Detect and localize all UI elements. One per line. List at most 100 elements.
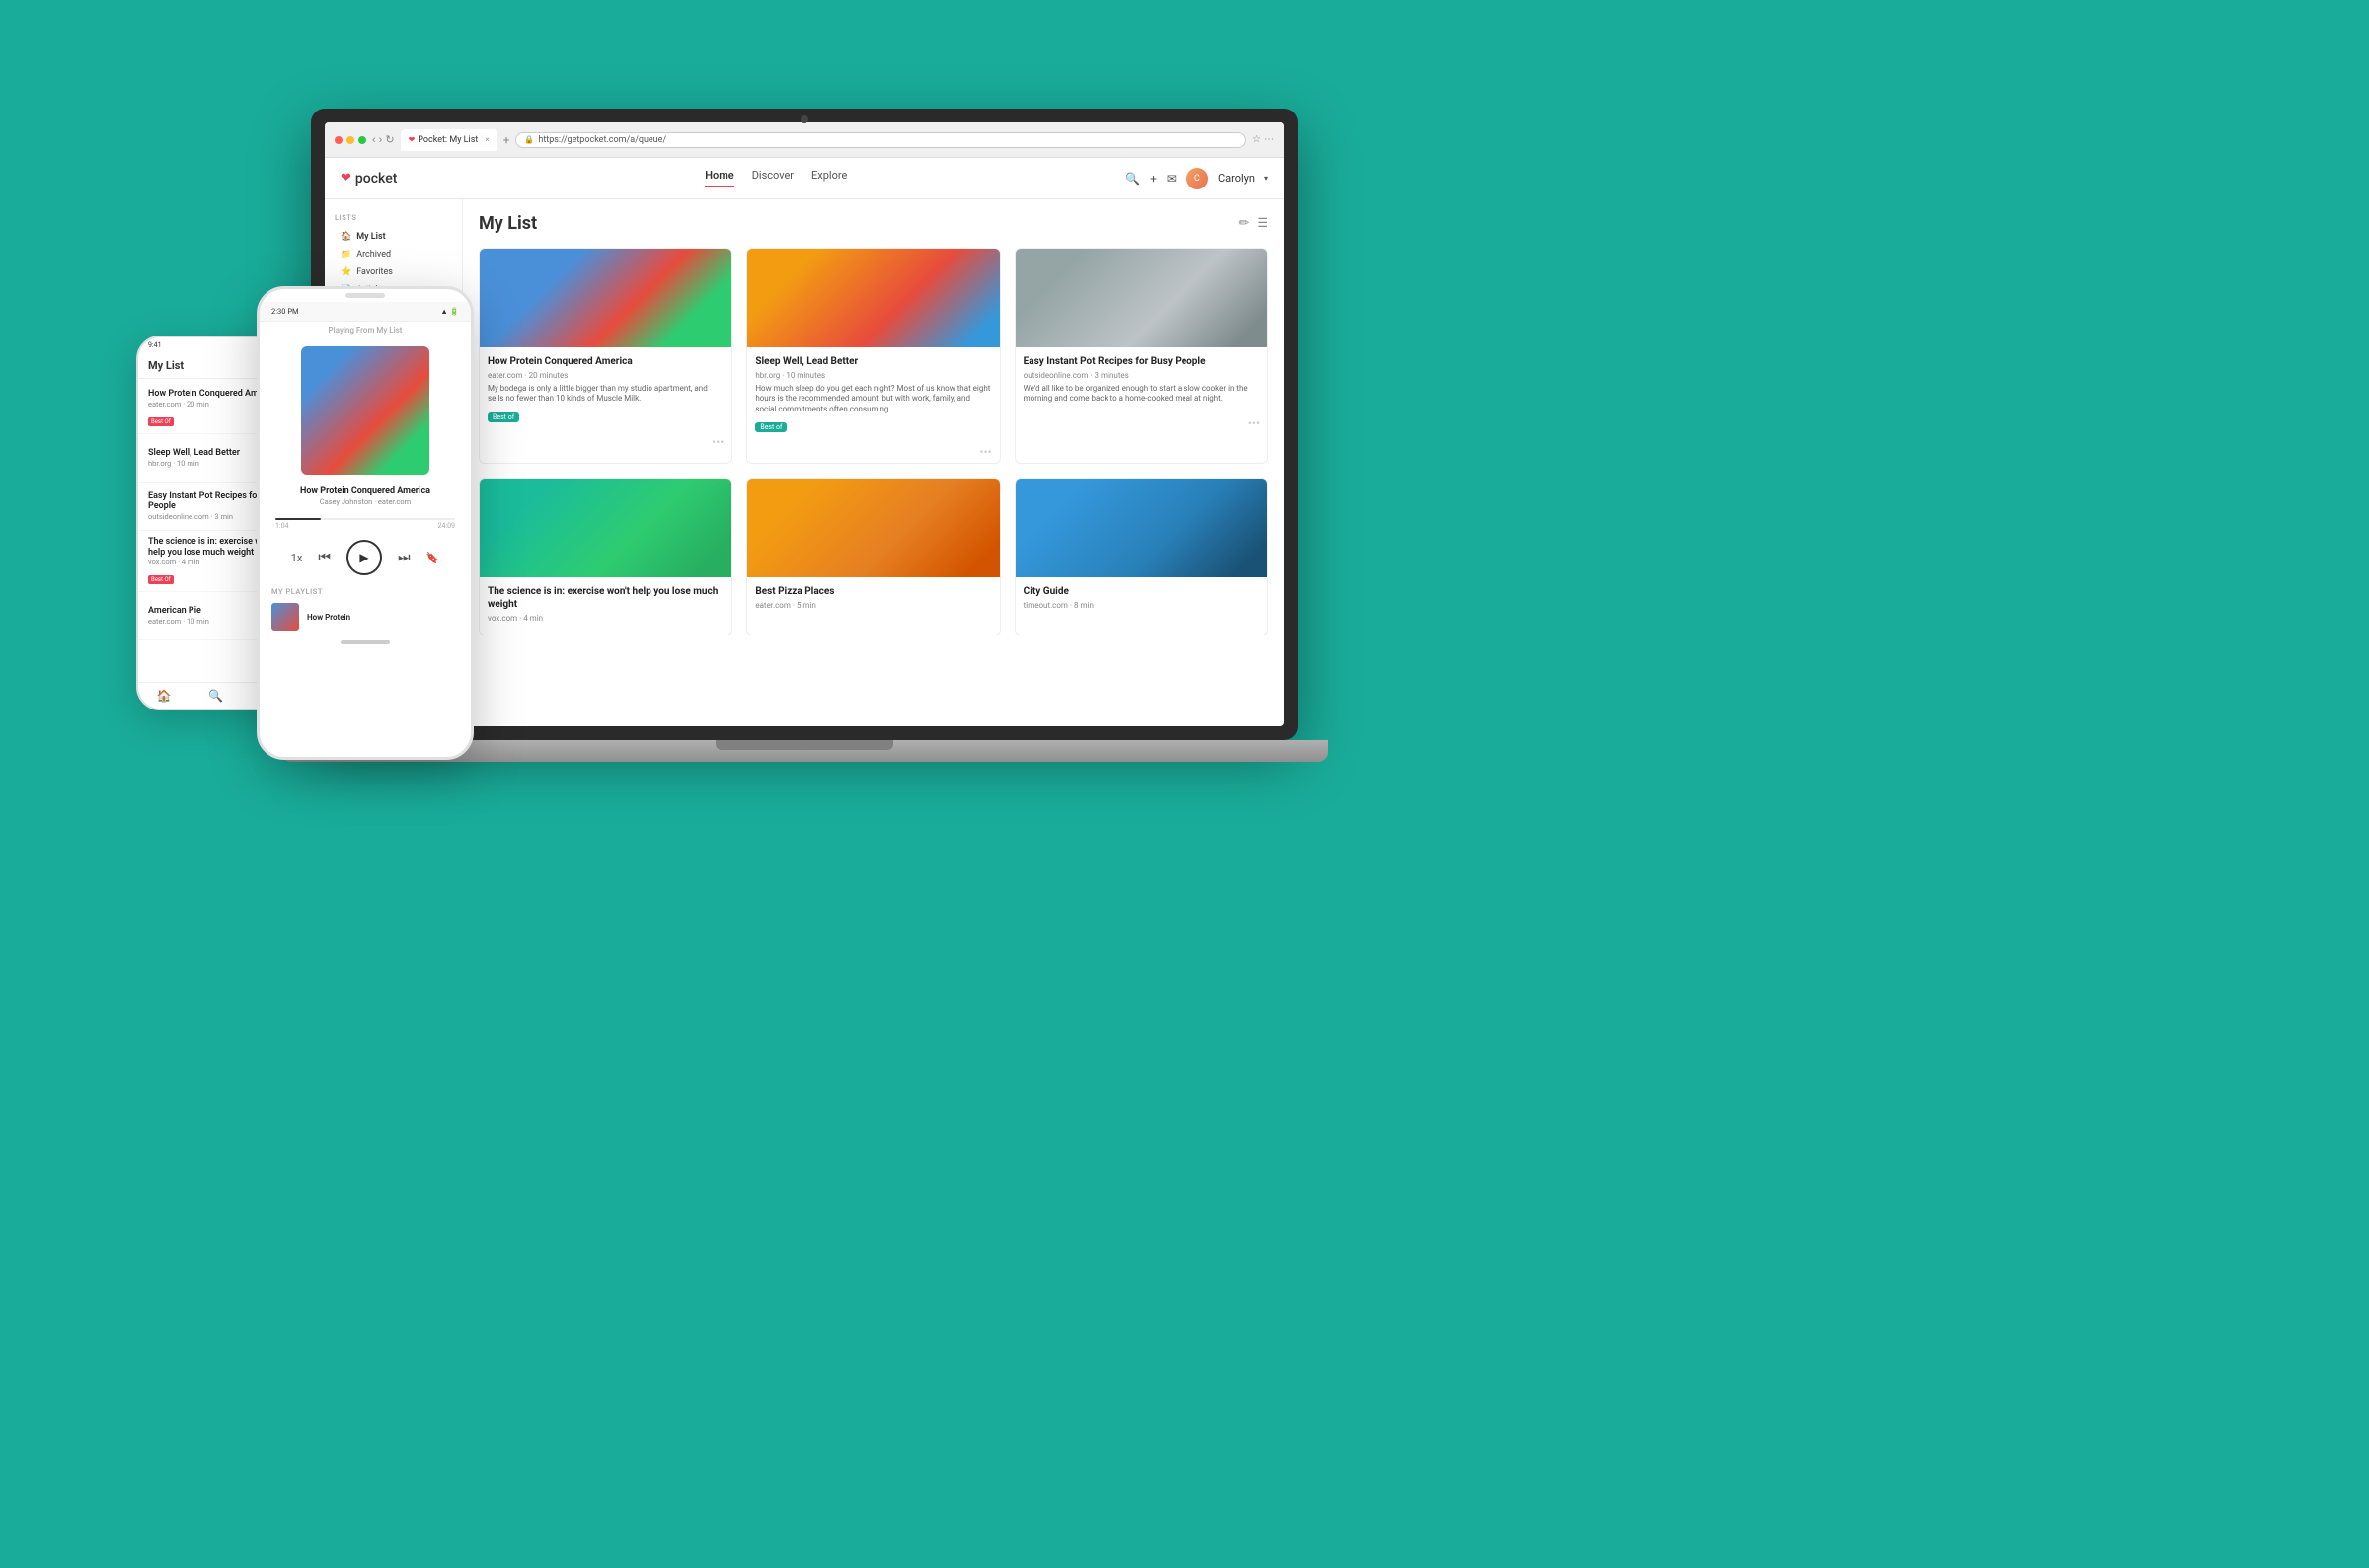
sidebar-item-favorites[interactable]: ⭐ Favorites (335, 263, 452, 281)
phone2-playlist-item[interactable]: How Protein (260, 599, 471, 635)
article-info: Easy Instant Pot Recipes for Busy People… (1016, 347, 1267, 412)
nav-item-home[interactable]: Home (705, 169, 734, 187)
article-meta: eater.com · 5 min (755, 601, 991, 610)
article-more-icon[interactable]: ••• (712, 435, 724, 449)
article-thumbnail-science (480, 479, 731, 577)
search-icon[interactable]: 🔍 (1125, 172, 1140, 186)
archive-icon: 📁 (341, 250, 351, 260)
phone2-album-art-image (301, 346, 429, 475)
phone2-speed-button[interactable]: 1x (291, 552, 303, 564)
phone2-skip-forward-button[interactable]: ⏭ (398, 550, 411, 565)
phone2-track-author: Casey Johnston · eater.com (260, 497, 471, 514)
article-title: Best Pizza Places (755, 585, 991, 598)
pocket-favicon: ❤ (409, 135, 416, 144)
article-footer: ••• (480, 431, 731, 453)
close-window-button[interactable] (335, 136, 343, 144)
article-card-pizza[interactable]: Best Pizza Places eater.com · 5 min (746, 478, 1000, 635)
browser-menu-icon[interactable]: ⋯ (1264, 134, 1274, 145)
article-title: Sleep Well, Lead Better (755, 355, 991, 368)
article-thumbnail-protein (480, 249, 731, 347)
home-icon: 🏠 (341, 232, 351, 242)
browser-refresh-button[interactable]: ↻ (385, 133, 394, 146)
browser-tab-close-icon[interactable]: × (485, 135, 489, 144)
article-meta: hbr.org · 10 minutes (755, 371, 991, 380)
sidebar-favorites-label: Favorites (356, 267, 393, 277)
phone1-nav-search-icon[interactable]: 🔍 (208, 689, 223, 703)
phone1-time: 9:41 (148, 341, 162, 349)
article-meta: vox.com · 4 min (488, 614, 724, 623)
new-tab-button[interactable]: + (503, 133, 510, 147)
browser-bookmark-icon[interactable]: ☆ (1252, 134, 1261, 145)
edit-icon[interactable]: ✏ (1238, 216, 1249, 231)
article-source: timeout.com (1024, 601, 1068, 610)
browser-tab[interactable]: ❤ Pocket: My List × (401, 129, 497, 151)
browser-window-controls (335, 136, 366, 144)
article-card-instapot[interactable]: Easy Instant Pot Recipes for Busy People… (1015, 248, 1268, 464)
star-icon: ⭐ (341, 267, 351, 277)
browser-forward-button[interactable]: › (379, 133, 383, 146)
article-read-time: 10 minutes (786, 371, 825, 380)
article-info: How Protein Conquered America eater.com … (480, 347, 731, 431)
article-footer: ••• (747, 441, 999, 463)
pocket-logo-text: pocket (355, 171, 397, 187)
article-excerpt: How much sleep do you get each night? Mo… (755, 384, 991, 414)
pocket-app-header: ❤ pocket Home Discover Explore 🔍 + ✉ C C… (325, 158, 1284, 199)
article-card-science[interactable]: The science is in: exercise won't help y… (479, 478, 732, 635)
ssl-lock-icon: 🔒 (524, 135, 534, 144)
phone2-track-title: How Protein Conquered America (260, 483, 471, 497)
maximize-window-button[interactable] (358, 136, 366, 144)
pocket-content-area: My List ✏ ☰ How Protein Conquered Americ… (463, 199, 1284, 726)
article-more-icon[interactable]: ••• (980, 445, 992, 459)
nav-item-discover[interactable]: Discover (752, 169, 794, 187)
phone2-home-indicator[interactable] (341, 640, 390, 644)
pocket-header-actions: 🔍 + ✉ C Carolyn ▾ (1125, 168, 1268, 189)
article-more-icon[interactable]: ••• (1248, 416, 1260, 430)
browser-back-button[interactable]: ‹ (372, 133, 376, 146)
user-dropdown-arrow[interactable]: ▾ (1264, 174, 1268, 183)
phone2-playlist-title: How Protein (307, 613, 459, 622)
articles-grid: How Protein Conquered America eater.com … (479, 248, 1268, 635)
sidebar-item-mylist[interactable]: 🏠 My List (335, 228, 452, 246)
article-excerpt: My bodega is only a little bigger than m… (488, 384, 724, 405)
user-avatar[interactable]: C (1186, 168, 1208, 189)
article-thumbnail-sleep (747, 249, 999, 347)
phone2-bookmark-button[interactable]: 🔖 (426, 552, 440, 564)
article-card-city[interactable]: City Guide timeout.com · 8 min (1015, 478, 1268, 635)
article-source: hbr.org (755, 371, 780, 380)
sidebar-mylist-label: My List (356, 232, 385, 242)
phone2-skip-back-button[interactable]: ⏮ (318, 550, 331, 565)
article-source: eater.com (488, 371, 523, 380)
list-view-icon[interactable]: ☰ (1257, 216, 1268, 231)
phone2-body: 2:30 PM ▲ 🔋 Playing From My List How Pro… (257, 286, 474, 760)
article-info: City Guide timeout.com · 8 min (1016, 577, 1267, 622)
pocket-logo-icon: ❤ (341, 171, 351, 186)
browser-url-text: https://getpocket.com/a/queue/ (538, 135, 666, 145)
list-item-tag: Best Of (148, 417, 174, 426)
article-thumbnail-instapot (1016, 249, 1267, 347)
phone2-current-time: 1:04 (275, 522, 289, 530)
list-item-tag: Best Of (148, 575, 174, 584)
phone2-play-button[interactable]: ▶ (346, 540, 382, 575)
sidebar-item-archived[interactable]: 📁 Archived (335, 246, 452, 263)
article-title: How Protein Conquered America (488, 355, 724, 368)
lists-section-label: LISTS (335, 213, 452, 222)
nav-item-explore[interactable]: Explore (811, 169, 847, 187)
article-title: The science is in: exercise won't help y… (488, 585, 724, 611)
sidebar-archived-label: Archived (356, 250, 391, 260)
add-item-icon[interactable]: + (1150, 172, 1157, 186)
browser-address-bar[interactable]: 🔒 https://getpocket.com/a/queue/ (515, 132, 1246, 148)
minimize-window-button[interactable] (346, 136, 354, 144)
article-info: The science is in: exercise won't help y… (480, 577, 731, 635)
phone2-playlist-label: MY PLAYLIST (260, 581, 471, 599)
article-title: Easy Instant Pot Recipes for Busy People (1024, 355, 1260, 368)
phone2-progress-bar[interactable] (275, 518, 455, 520)
phone1-nav-home-icon[interactable]: 🏠 (157, 689, 172, 703)
content-action-buttons: ✏ ☰ (1238, 216, 1268, 231)
article-source: vox.com (488, 614, 517, 623)
email-icon[interactable]: ✉ (1167, 172, 1177, 186)
user-name-label: Carolyn (1218, 172, 1255, 185)
article-card-protein[interactable]: How Protein Conquered America eater.com … (479, 248, 732, 464)
article-meta: eater.com · 20 minutes (488, 371, 724, 380)
article-card-sleep[interactable]: Sleep Well, Lead Better hbr.org · 10 min… (746, 248, 1000, 464)
phone2-playlist-info: How Protein (307, 613, 459, 622)
